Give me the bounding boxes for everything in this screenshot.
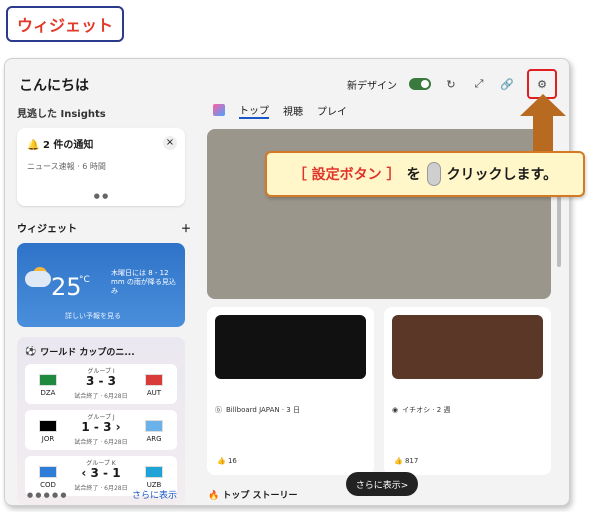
card-source: ◉ イチオシ · 2 週 xyxy=(392,406,451,414)
left-column: 見逃した Insights 🔔 2 件の通知 ニュース速報 · 6 時間 × ●… xyxy=(17,105,191,505)
widgets-header: ウィジェット ＋ xyxy=(17,220,191,235)
news-card[interactable]: ⓑ Billboard JAPAN · 3 日 👍 16 xyxy=(207,307,374,475)
callout-text-1: ［ 設定ボタン ］ xyxy=(292,167,401,183)
match-row[interactable]: グループ J JOR 1 - 3 › 試合終了 · 6月28日 ARG xyxy=(25,410,177,450)
news-card[interactable]: ◉ イチオシ · 2 週 👍 817 xyxy=(384,307,551,475)
link-icon[interactable]: 🔗 xyxy=(499,76,515,92)
weather-temperature: 25 xyxy=(51,273,82,301)
greeting: こんにちは xyxy=(19,78,89,94)
expand-icon[interactable]: ⤢ xyxy=(471,76,487,92)
team-right: UZB xyxy=(141,466,167,489)
page-title-badge: ウィジェット xyxy=(6,6,124,42)
match-row[interactable]: グループ I DZA 3 - 3 試合終了 · 6月28日 AUT xyxy=(25,364,177,404)
card-source: ⓑ Billboard JAPAN · 3 日 xyxy=(215,406,300,414)
instruction-callout: ［ 設定ボタン ］ を クリックします。 xyxy=(265,151,585,197)
card-thumbnail xyxy=(215,315,366,379)
weather-unit: °C xyxy=(79,275,90,285)
feed-tabs: トップ 視聴 プレイ xyxy=(207,99,563,121)
add-widget-icon[interactable]: ＋ xyxy=(181,220,191,235)
weather-description: 木曜日には 8 - 12 mm の雨が降る見込み xyxy=(111,269,176,296)
pagination-dots: ● ● xyxy=(93,192,109,200)
widgets-panel: こんにちは 新デザイン ↻ ⤢ 🔗 ⚙ 見逃した Insights 🔔 2 件の… xyxy=(4,58,570,506)
flag-icon xyxy=(145,374,163,386)
notification-subtitle: ニュース速報 · 6 時間 xyxy=(27,162,106,171)
new-design-toggle[interactable] xyxy=(409,78,431,90)
tab-top[interactable]: トップ xyxy=(239,102,269,119)
page-title: ウィジェット xyxy=(16,16,113,35)
source-logo-icon: ◉ xyxy=(392,406,399,414)
pagination-dots: ● ● ● ● ● xyxy=(27,491,67,499)
close-icon[interactable]: × xyxy=(163,136,177,150)
show-more-button[interactable]: さらに表示> xyxy=(346,472,418,496)
source-logo-icon: ⓑ xyxy=(215,406,222,414)
cloud-icon xyxy=(25,271,51,287)
notification-title: 🔔 2 件の通知 xyxy=(27,140,94,151)
weather-forecast-link[interactable]: 詳しい予報を見る xyxy=(65,311,121,321)
callout-text-3: クリックします。 xyxy=(446,167,558,183)
copilot-icon xyxy=(213,104,225,116)
team-right: ARG xyxy=(141,420,167,443)
refresh-icon[interactable]: ↻ xyxy=(443,76,459,92)
tab-watch[interactable]: 視聴 xyxy=(283,103,303,118)
top-stories-heading: 🔥 トップ ストーリー xyxy=(208,491,298,501)
new-design-label: 新デザイン xyxy=(347,80,397,92)
card-likes[interactable]: 👍 817 xyxy=(394,457,418,465)
card-likes[interactable]: 👍 16 xyxy=(217,457,237,465)
news-cards: ⓑ Billboard JAPAN · 3 日 👍 16 ◉ イチオシ · 2 … xyxy=(207,307,563,475)
card-thumbnail xyxy=(392,315,543,379)
arrow-shaft xyxy=(533,112,553,154)
mouse-icon xyxy=(426,162,441,186)
flag-icon xyxy=(145,420,163,432)
worldcup-title: ⚽ ワールド カップのニ... xyxy=(25,346,135,359)
flag-icon xyxy=(145,466,163,478)
widgets-heading: ウィジェット xyxy=(17,224,77,235)
gear-icon: ⚙ xyxy=(537,77,547,91)
tab-play[interactable]: プレイ xyxy=(317,103,347,118)
team-right: AUT xyxy=(141,374,167,397)
callout-text-2: を xyxy=(406,167,421,183)
notification-card[interactable]: 🔔 2 件の通知 ニュース速報 · 6 時間 × ● ● xyxy=(17,128,185,206)
weather-widget[interactable]: 25 °C 木曜日には 8 - 12 mm の雨が降る見込み 詳しい予報を見る xyxy=(17,243,185,327)
worldcup-widget[interactable]: ⚽ ワールド カップのニ... グループ I DZA 3 - 3 試合終了 · … xyxy=(17,337,185,505)
show-more-link[interactable]: さらに表示 xyxy=(132,488,177,501)
insights-heading: 見逃した Insights xyxy=(17,109,106,120)
